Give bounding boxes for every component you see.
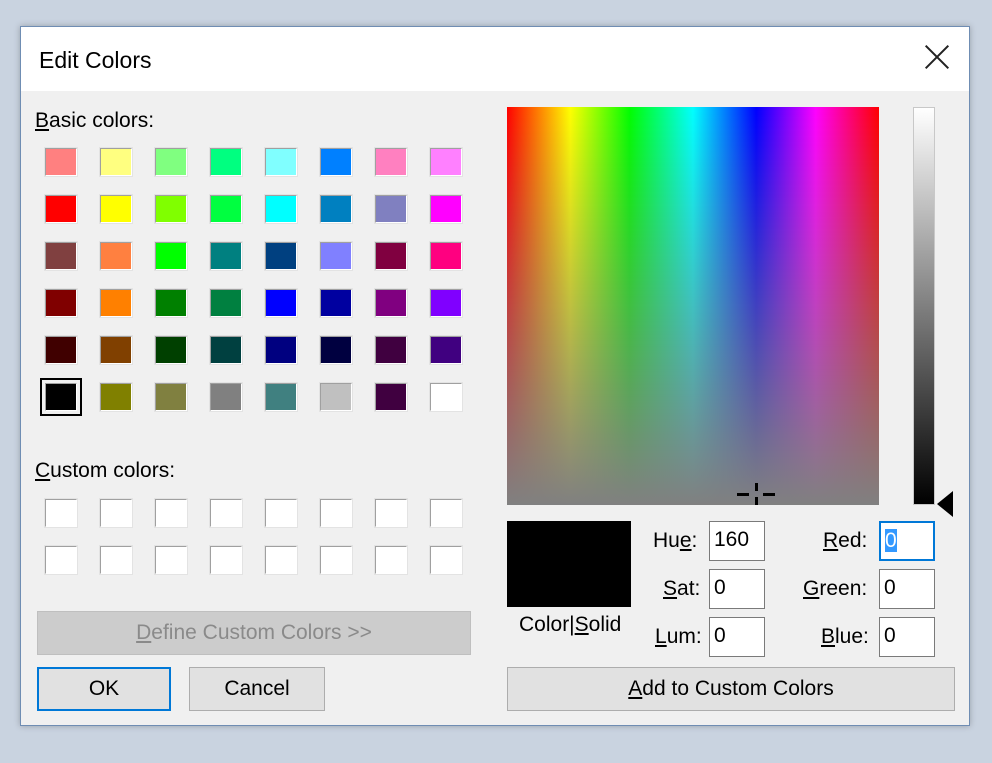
green-field[interactable]: 0 (879, 569, 935, 609)
basic-color-swatch-3-6[interactable] (319, 241, 353, 271)
basic-color-swatch-6-2[interactable] (99, 382, 133, 412)
basic-color-swatch-6-1[interactable] (40, 378, 82, 416)
basic-color-swatch-3-3[interactable] (154, 241, 188, 271)
luminance-slider[interactable] (913, 107, 935, 505)
basic-color-swatch-6-5[interactable] (264, 382, 298, 412)
custom-color-swatch-2-7[interactable] (374, 545, 408, 575)
basic-color-swatch-2-3[interactable] (154, 194, 188, 224)
custom-color-swatch-1-6[interactable] (319, 498, 353, 528)
basic-color-swatch-3-2[interactable] (99, 241, 133, 271)
basic-colors-label: Basic colors: (35, 109, 155, 132)
red-field[interactable]: 0 (879, 521, 935, 561)
basic-color-swatch-2-8[interactable] (429, 194, 463, 224)
basic-color-swatch-1-4[interactable] (209, 147, 243, 177)
basic-color-swatch-1-2[interactable] (99, 147, 133, 177)
ok-button[interactable]: OK (37, 667, 171, 711)
basic-color-swatch-3-4[interactable] (209, 241, 243, 271)
add-to-custom-colors-button[interactable]: Add to Custom Colors (507, 667, 955, 711)
custom-color-swatch-1-8[interactable] (429, 498, 463, 528)
basic-color-swatch-4-3[interactable] (154, 288, 188, 318)
basic-color-swatch-4-8[interactable] (429, 288, 463, 318)
green-label: Green: (803, 577, 868, 600)
custom-color-swatch-1-5[interactable] (264, 498, 298, 528)
basic-color-swatch-5-1[interactable] (44, 335, 78, 365)
blue-label: Blue: (821, 625, 869, 648)
basic-color-swatch-4-2[interactable] (99, 288, 133, 318)
basic-color-swatch-4-4[interactable] (209, 288, 243, 318)
custom-color-swatch-2-2[interactable] (99, 545, 133, 575)
basic-color-swatch-6-8[interactable] (429, 382, 463, 412)
color-spectrum[interactable] (507, 107, 879, 505)
basic-color-swatch-2-4[interactable] (209, 194, 243, 224)
title-bar: Edit Colors (21, 27, 969, 91)
sat-field[interactable]: 0 (709, 569, 765, 609)
color-solid-preview (507, 521, 631, 607)
basic-color-swatch-3-7[interactable] (374, 241, 408, 271)
basic-color-swatch-4-1[interactable] (44, 288, 78, 318)
basic-color-swatch-2-7[interactable] (374, 194, 408, 224)
basic-color-swatch-1-1[interactable] (44, 147, 78, 177)
basic-color-swatch-6-4[interactable] (209, 382, 243, 412)
hue-field[interactable]: 160 (709, 521, 765, 561)
custom-color-swatch-2-5[interactable] (264, 545, 298, 575)
color-solid-label: Color|Solid (519, 613, 622, 636)
red-label: Red: (823, 529, 868, 552)
custom-color-swatch-1-2[interactable] (99, 498, 133, 528)
basic-color-swatch-4-5[interactable] (264, 288, 298, 318)
edit-colors-dialog: Edit Colors Basic colors: Custom colors:… (20, 26, 970, 726)
basic-color-swatch-5-8[interactable] (429, 335, 463, 365)
lum-label: Lum: (655, 625, 702, 648)
custom-color-swatch-1-7[interactable] (374, 498, 408, 528)
cancel-button[interactable]: Cancel (189, 667, 325, 711)
basic-color-swatch-2-5[interactable] (264, 194, 298, 224)
basic-color-swatch-4-6[interactable] (319, 288, 353, 318)
basic-color-swatch-1-3[interactable] (154, 147, 188, 177)
basic-color-swatch-2-6[interactable] (319, 194, 353, 224)
basic-color-swatch-5-6[interactable] (319, 335, 353, 365)
basic-color-swatch-3-5[interactable] (264, 241, 298, 271)
triangle-left-icon[interactable] (937, 491, 953, 517)
basic-color-swatch-2-2[interactable] (99, 194, 133, 224)
lum-field[interactable]: 0 (709, 617, 765, 657)
basic-color-swatch-1-6[interactable] (319, 147, 353, 177)
basic-color-swatch-3-8[interactable] (429, 241, 463, 271)
basic-color-swatch-4-7[interactable] (374, 288, 408, 318)
basic-color-swatch-3-1[interactable] (44, 241, 78, 271)
basic-color-swatch-5-7[interactable] (374, 335, 408, 365)
define-custom-colors-button[interactable]: Define Custom Colors >> (37, 611, 471, 655)
basic-color-swatch-6-3[interactable] (154, 382, 188, 412)
crosshair-icon (737, 483, 775, 505)
custom-color-swatch-1-1[interactable] (44, 498, 78, 528)
custom-color-swatch-1-3[interactable] (154, 498, 188, 528)
basic-color-swatch-1-7[interactable] (374, 147, 408, 177)
close-icon[interactable] (921, 41, 953, 73)
basic-color-swatch-5-2[interactable] (99, 335, 133, 365)
basic-color-swatch-6-6[interactable] (319, 382, 353, 412)
hue-label: Hue: (653, 529, 698, 552)
custom-color-swatch-2-4[interactable] (209, 545, 243, 575)
custom-color-swatch-2-8[interactable] (429, 545, 463, 575)
basic-color-swatch-5-5[interactable] (264, 335, 298, 365)
basic-color-swatch-2-1[interactable] (44, 194, 78, 224)
sat-label: Sat: (663, 577, 701, 600)
basic-color-swatch-1-8[interactable] (429, 147, 463, 177)
blue-field[interactable]: 0 (879, 617, 935, 657)
dialog-title: Edit Colors (39, 47, 152, 73)
custom-color-swatch-2-3[interactable] (154, 545, 188, 575)
custom-color-swatch-2-1[interactable] (44, 545, 78, 575)
basic-color-swatch-5-3[interactable] (154, 335, 188, 365)
custom-color-swatch-2-6[interactable] (319, 545, 353, 575)
basic-color-swatch-1-5[interactable] (264, 147, 298, 177)
basic-color-swatch-5-4[interactable] (209, 335, 243, 365)
basic-color-swatch-6-7[interactable] (374, 382, 408, 412)
custom-colors-label: Custom colors: (35, 459, 176, 482)
custom-color-swatch-1-4[interactable] (209, 498, 243, 528)
